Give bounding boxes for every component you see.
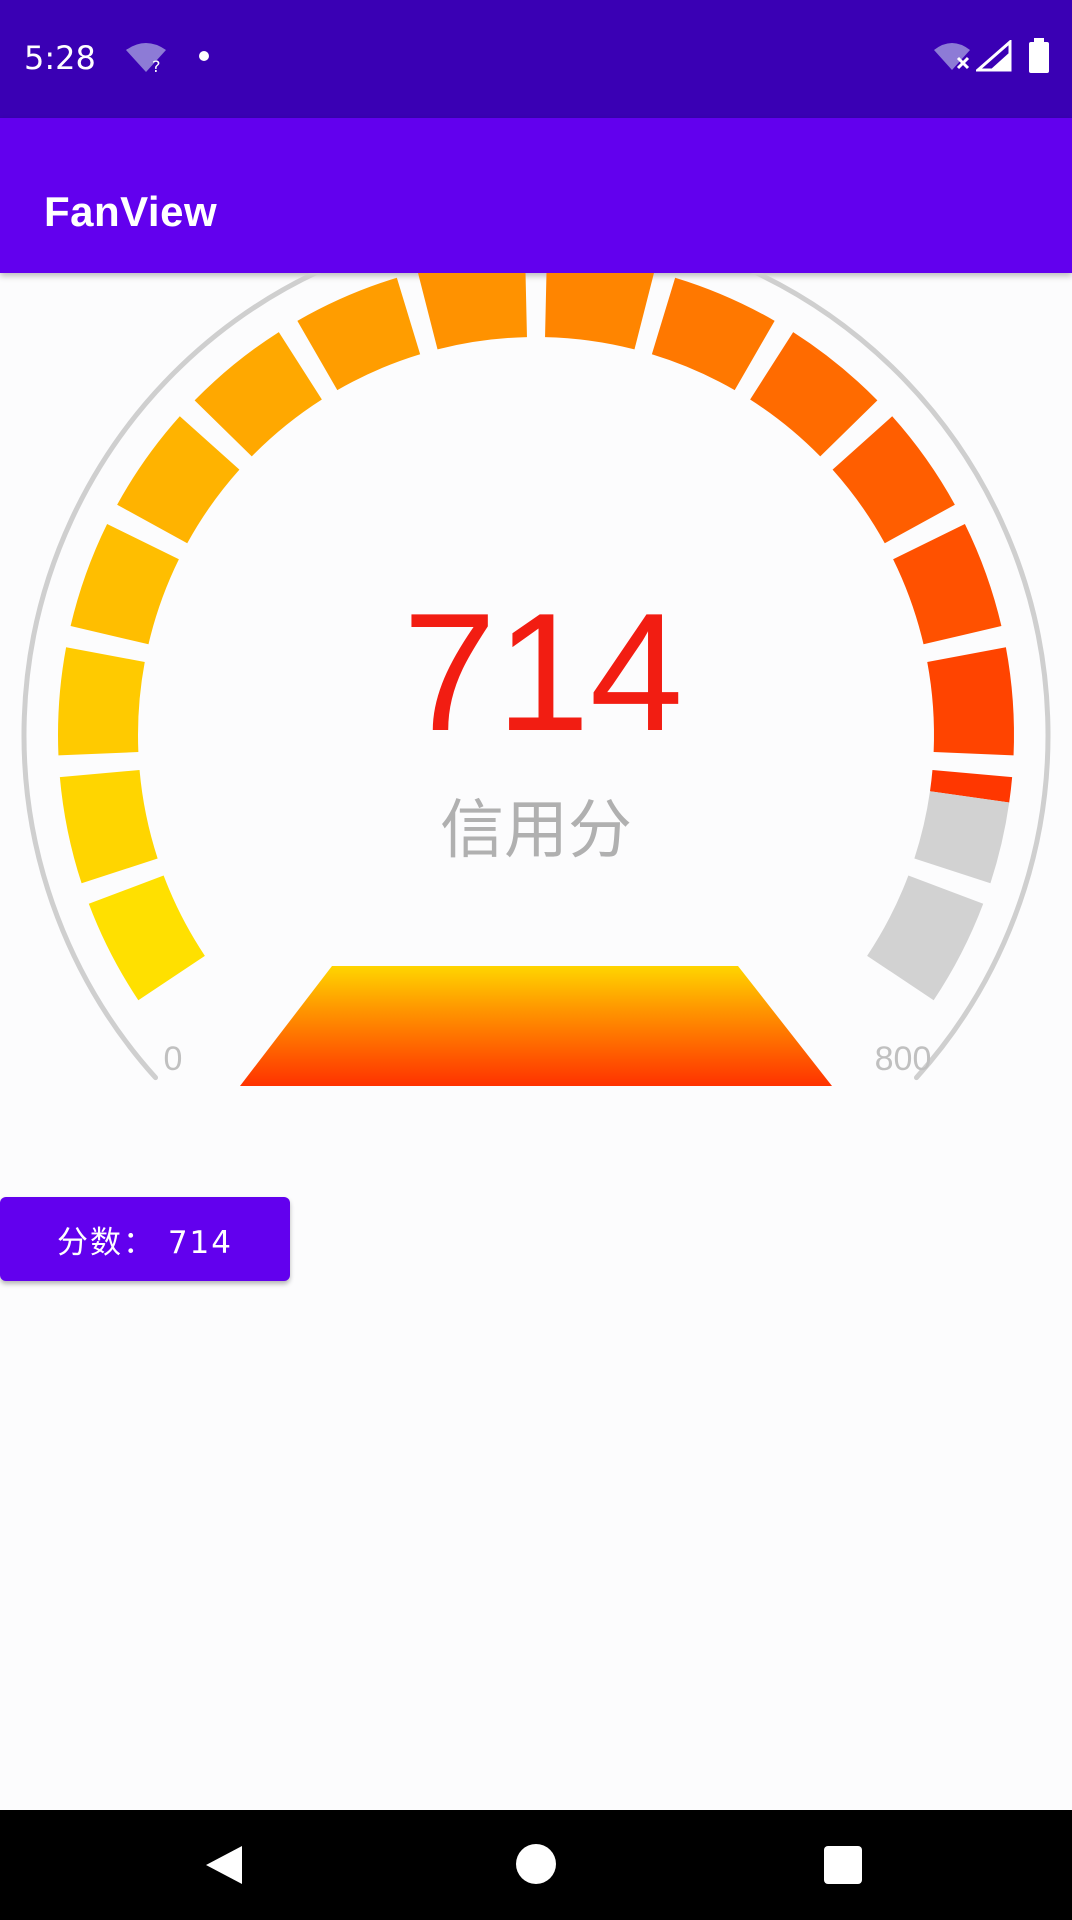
gauge-segment-active xyxy=(70,523,179,645)
wifi-question-icon: ? xyxy=(126,43,166,74)
credit-score-gauge: 714 信用分 0 800 xyxy=(21,273,1051,1086)
gauge-segment-inactive xyxy=(914,791,1010,884)
back-icon[interactable] xyxy=(200,1842,246,1888)
gauge-segment-active xyxy=(651,277,775,391)
gauge-segment-active xyxy=(545,273,654,350)
status-time: 5:28 xyxy=(24,39,96,77)
home-icon[interactable] xyxy=(514,1842,558,1886)
gauge-segment-active xyxy=(59,770,158,884)
gauge-segment-active xyxy=(893,523,1002,645)
wifi-badge-text: ? xyxy=(152,57,161,74)
score-value: 714 xyxy=(403,578,683,766)
scale-min-label: 0 xyxy=(164,1040,183,1078)
gauge-segment-active xyxy=(57,647,145,756)
gauge-segment-active xyxy=(88,875,205,1001)
status-bar: 5:28 ? xyxy=(0,0,1072,118)
wifi-off-icon xyxy=(934,43,970,70)
gauge-segment-active xyxy=(117,416,240,544)
gauge-segment-active xyxy=(297,277,421,391)
gauge-segment-active xyxy=(832,416,955,544)
gauge-segment-inactive xyxy=(867,875,984,1001)
score-button[interactable]: 分数： 714 xyxy=(0,1197,290,1281)
navigation-bar xyxy=(0,1810,1072,1920)
gauge-base-trapezoid xyxy=(240,966,832,1086)
gauge-segment-active xyxy=(750,332,878,457)
battery-icon xyxy=(1029,38,1049,73)
recents-icon[interactable] xyxy=(822,1844,864,1886)
notification-dot-icon xyxy=(199,51,209,61)
gauge-segment-active xyxy=(927,647,1014,756)
gauge-segment-active xyxy=(194,332,322,457)
signal-icon xyxy=(976,40,1012,72)
scale-max-label: 800 xyxy=(875,1040,932,1078)
score-caption: 信用分 xyxy=(440,794,632,868)
gauge-segment-active xyxy=(418,273,527,350)
app-title: FanView xyxy=(44,188,218,235)
